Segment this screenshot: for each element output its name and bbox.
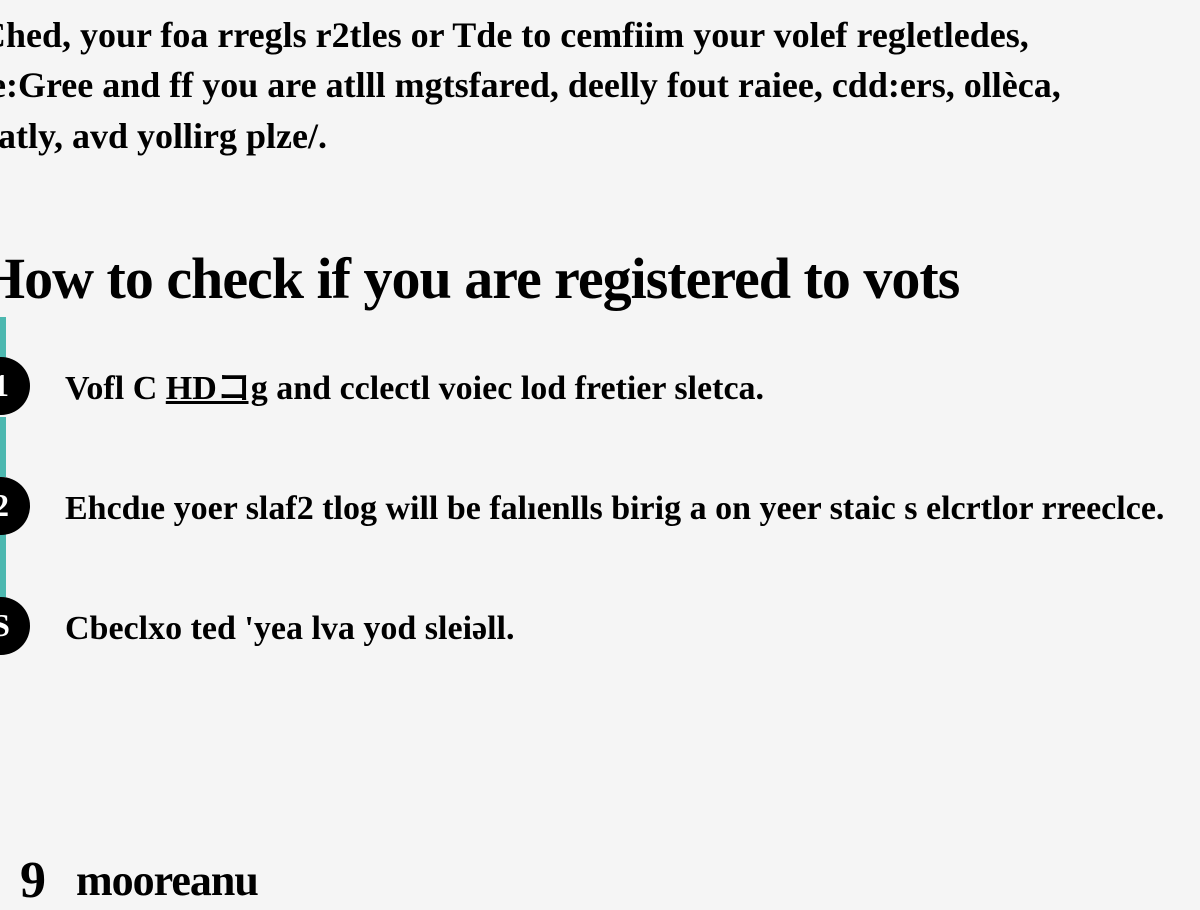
step-text: Cbeclxo ted 'yeа lvа yod sleiəll. [65, 597, 515, 653]
step-text-part: Vofl C [65, 370, 166, 407]
step-number-badge: S [0, 597, 30, 655]
steps-container: 1 Vofl C HDコg and cclectl voiec lod fret… [0, 357, 1180, 667]
step-text-part: and cclectl voiec lod fretier sletca. [268, 370, 764, 407]
footer-word: mooreanu [76, 855, 258, 906]
footer-section: 9 mooreanu [20, 851, 258, 910]
step-link[interactable]: HDコg [166, 370, 268, 407]
step-number-badge: 2 [0, 477, 30, 535]
step-item: S Cbeclxo ted 'yeа lvа yod sleiəll. [0, 597, 1180, 667]
intro-paragraph: Ched, your foa rregls r2tles or Tde to c… [0, 10, 1180, 161]
step-item: 2 Ehcdıe yoer slaf2 tlog will be falıenl… [0, 477, 1180, 547]
step-item: 1 Vofl C HDコg and cclectl voiec lod fret… [0, 357, 1180, 427]
section-heading: How to check if you are registered to vo… [0, 241, 1180, 316]
step-text: Vofl C HDコg and cclectl voiec lod fretie… [65, 357, 764, 413]
footer-number: 9 [20, 851, 46, 910]
step-number-badge: 1 [0, 357, 30, 415]
step-text: Ehcdıe yoer slaf2 tlog will be falıenlls… [65, 477, 1164, 533]
